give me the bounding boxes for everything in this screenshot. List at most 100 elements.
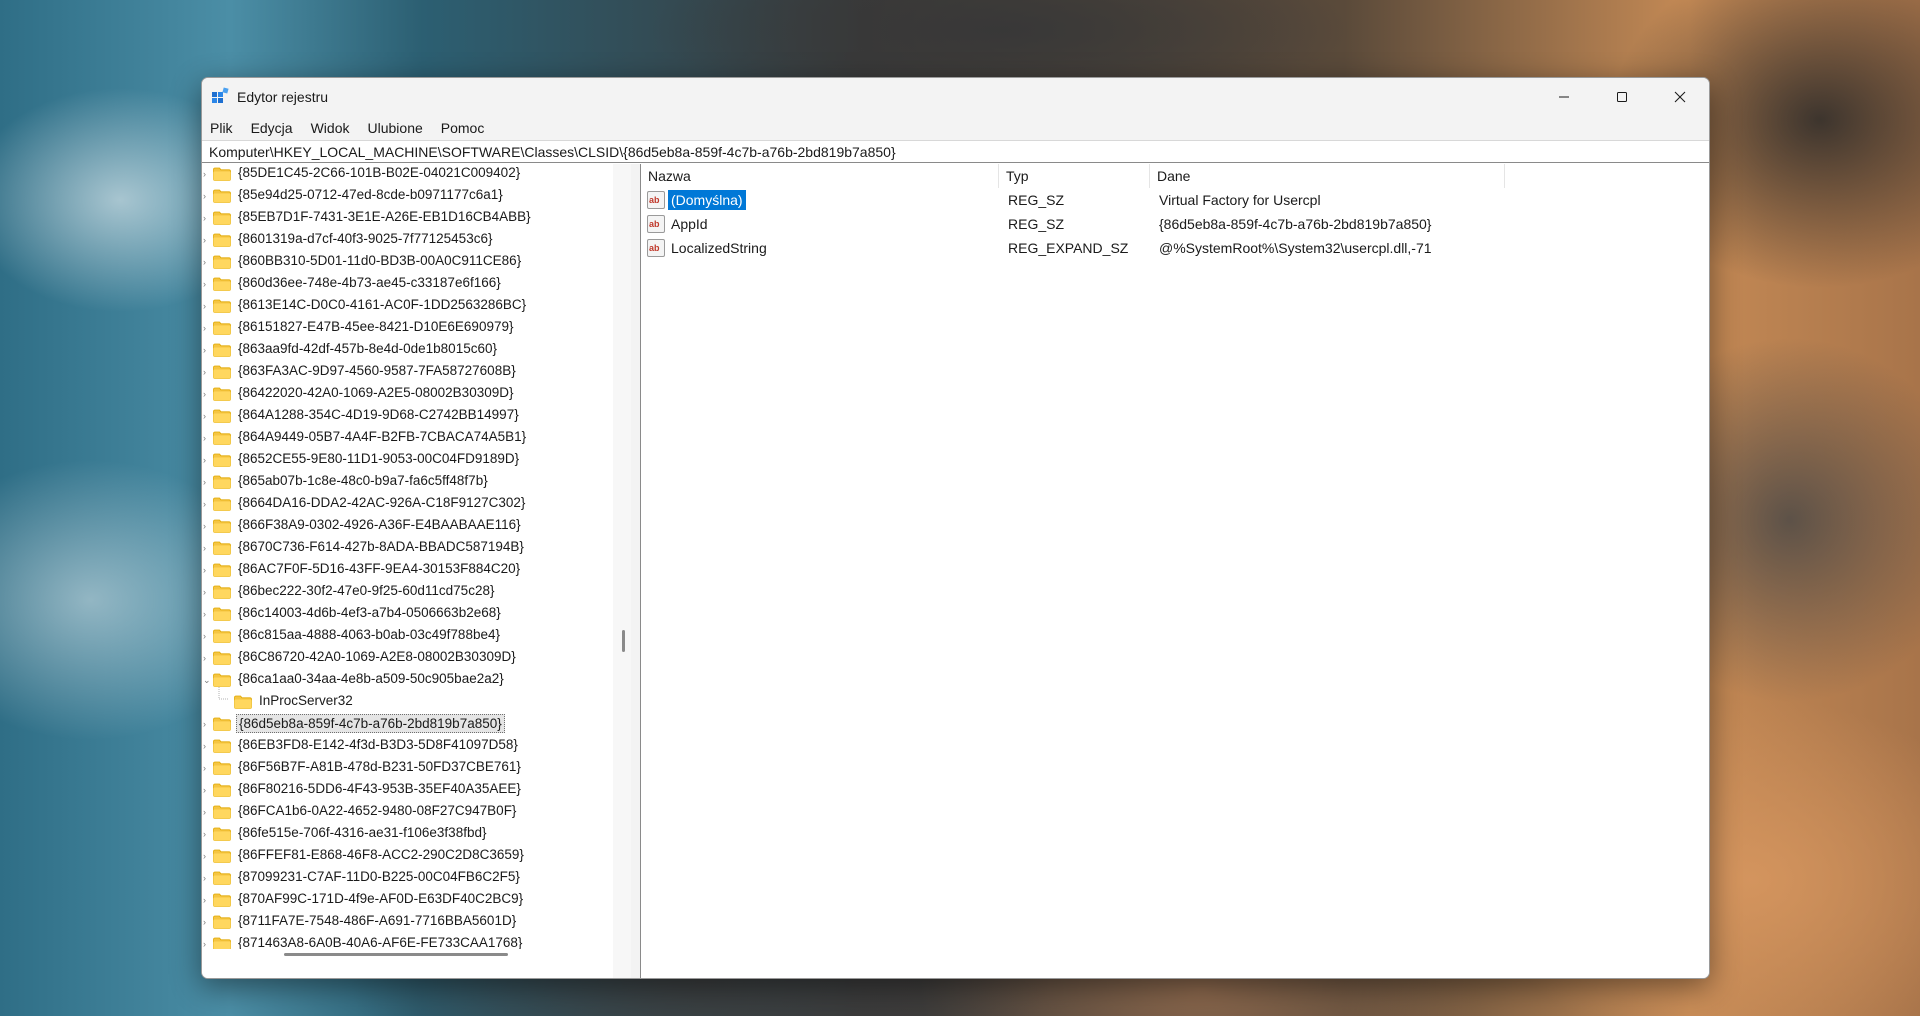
menu-favorites[interactable]: Ulubione bbox=[368, 120, 432, 136]
tree-key[interactable]: › {8601319a-d7cf-40f3-9025-7f77125453c6} bbox=[202, 229, 613, 251]
value-type: REG_SZ bbox=[1008, 216, 1065, 232]
column-header-type[interactable]: Typ bbox=[999, 164, 1150, 188]
tree-key[interactable]: › {86c815aa-4888-4063-b0ab-03c49f788be4} bbox=[202, 625, 613, 647]
tree-key[interactable]: › {85EB7D1F-7431-3E1E-A26E-EB1D16CB4ABB} bbox=[202, 207, 613, 229]
tree-key[interactable]: › {8664DA16-DDA2-42AC-926A-C18F9127C302} bbox=[202, 493, 613, 515]
menu-file[interactable]: Plik bbox=[210, 120, 242, 136]
tree-key[interactable]: › {86c14003-4d6b-4ef3-a7b4-0506663b2e68} bbox=[202, 603, 613, 625]
value-type: REG_EXPAND_SZ bbox=[1008, 240, 1129, 256]
value-row[interactable]: ab LocalizedString REG_EXPAND_SZ @%SystemRo… bbox=[641, 236, 1709, 260]
tree-key[interactable]: › {865ab07b-1c8e-48c0-b9a7-fa6c5ff48f7b} bbox=[202, 471, 613, 493]
value-row[interactable]: ab AppId REG_SZ {86d5eb8a-859f-4c7b-a76b-2b… bbox=[641, 212, 1709, 236]
collapsed-chevron-icon[interactable]: › bbox=[203, 214, 209, 223]
collapsed-chevron-icon[interactable]: › bbox=[203, 742, 209, 751]
tree-key[interactable]: › {866F38A9-0302-4926-A36F-E4BAABAAE116} bbox=[202, 515, 613, 537]
tree-key[interactable]: › {85e94d25-0712-47ed-8cde-b0971177c6a1} bbox=[202, 185, 613, 207]
tree-key[interactable]: › {860BB310-5D01-11d0-BD3B-00A0C911CE86} bbox=[202, 251, 613, 273]
tree-key[interactable]: › {86d5eb8a-859f-4c7b-a76b-2bd819b7a850} bbox=[202, 713, 613, 735]
menu-help[interactable]: Pomoc bbox=[441, 120, 494, 136]
collapsed-chevron-icon[interactable]: › bbox=[203, 610, 209, 619]
values-list[interactable]: Nazwa Typ Dane ab (Domyślna) REG_SZ Virtual… bbox=[641, 164, 1709, 978]
collapsed-chevron-icon[interactable]: › bbox=[203, 632, 209, 641]
tree-key[interactable]: › {86FCA1b6-0A22-4652-9480-08F27C947B0F} bbox=[202, 801, 613, 823]
collapsed-chevron-icon[interactable]: › bbox=[203, 808, 209, 817]
tree-subkey[interactable]: InProcServer32 bbox=[202, 687, 613, 713]
tree-key[interactable]: › {8652CE55-9E80-11D1-9053-00C04FD9189D} bbox=[202, 449, 613, 471]
value-row[interactable]: ab (Domyślna) REG_SZ Virtual Factory for Us… bbox=[641, 188, 1709, 212]
collapsed-chevron-icon[interactable]: › bbox=[203, 324, 209, 333]
tree-key[interactable]: › {864A9449-05B7-4A4F-B2FB-7CBACA74A5B1} bbox=[202, 427, 613, 449]
tree-key[interactable]: › {86EB3FD8-E142-4f3d-B3D3-5D8F41097D58} bbox=[202, 735, 613, 757]
menu-edit[interactable]: Edycja bbox=[251, 120, 302, 136]
collapsed-chevron-icon[interactable]: › bbox=[203, 170, 209, 179]
tree-key[interactable]: › {8670C736-F614-427b-8ADA-BBADC587194B} bbox=[202, 537, 613, 559]
tree-vertical-scrollbar[interactable] bbox=[613, 164, 631, 978]
tree-key[interactable]: › {863FA3AC-9D97-4560-9587-7FA58727608B} bbox=[202, 361, 613, 383]
column-header-data[interactable]: Dane bbox=[1150, 164, 1505, 188]
tree-key[interactable]: ⌄ {86ca1aa0-34aa-4e8b-a509-50c905bae2a2} bbox=[202, 669, 613, 691]
pane-splitter[interactable] bbox=[631, 164, 641, 978]
tree-key[interactable]: › {85DE1C45-2C66-101B-B02E-04021C009402} bbox=[202, 164, 613, 185]
collapsed-chevron-icon[interactable]: › bbox=[203, 236, 209, 245]
title-bar[interactable]: Edytor rejestru bbox=[202, 78, 1709, 116]
collapsed-chevron-icon[interactable]: › bbox=[203, 566, 209, 575]
collapsed-chevron-icon[interactable]: › bbox=[203, 720, 209, 729]
tree-key[interactable]: › {87099231-C7AF-11D0-B225-00C04FB6C2F5} bbox=[202, 867, 613, 889]
collapsed-chevron-icon[interactable]: › bbox=[203, 478, 209, 487]
collapsed-chevron-icon[interactable]: › bbox=[203, 346, 209, 355]
collapsed-chevron-icon[interactable]: › bbox=[203, 830, 209, 839]
tree-key[interactable]: › {86F80216-5DD6-4F43-953B-35EF40A35AEE} bbox=[202, 779, 613, 801]
list-header: Nazwa Typ Dane bbox=[641, 164, 1709, 188]
address-bar[interactable]: Komputer\HKEY_LOCAL_MACHINE\SOFTWARE\Cla… bbox=[202, 140, 1709, 163]
collapsed-chevron-icon[interactable]: › bbox=[203, 852, 209, 861]
tree-key[interactable]: › {863aa9fd-42df-457b-8e4d-0de1b8015c60} bbox=[202, 339, 613, 361]
tree-key[interactable]: › {86F56B7F-A81B-478d-B231-50FD37CBE761} bbox=[202, 757, 613, 779]
collapsed-chevron-icon[interactable]: › bbox=[203, 874, 209, 883]
collapsed-chevron-icon[interactable]: › bbox=[203, 654, 209, 663]
collapsed-chevron-icon[interactable]: › bbox=[203, 434, 209, 443]
tree-key[interactable]: › {864A1288-354C-4D19-9D68-C2742BB14997} bbox=[202, 405, 613, 427]
tree-key[interactable]: › {86151827-E47B-45ee-8421-D10E6E690979} bbox=[202, 317, 613, 339]
collapsed-chevron-icon[interactable]: › bbox=[203, 764, 209, 773]
value-data: {86d5eb8a-859f-4c7b-a76b-2bd819b7a850} bbox=[1159, 216, 1432, 232]
collapsed-chevron-icon[interactable]: › bbox=[203, 456, 209, 465]
tree-key[interactable]: › {860d36ee-748e-4b73-ae45-c33187e6f166} bbox=[202, 273, 613, 295]
tree-key[interactable]: › {86fe515e-706f-4316-ae31-f106e3f38fbd} bbox=[202, 823, 613, 845]
column-header-name[interactable]: Nazwa bbox=[641, 164, 999, 188]
tree-key-label: InProcServer32 bbox=[259, 693, 353, 708]
tree-horizontal-scroll-thumb[interactable] bbox=[284, 953, 508, 956]
collapsed-chevron-icon[interactable]: › bbox=[203, 280, 209, 289]
key-tree[interactable]: › {85DE1C45-2C66-101B-B02E-04021C009402} ›… bbox=[202, 164, 613, 978]
tree-key[interactable]: › {8613E14C-D0C0-4161-AC0F-1DD2563286BC} bbox=[202, 295, 613, 317]
minimize-button[interactable] bbox=[1535, 78, 1593, 116]
tree-key[interactable]: › {86C86720-42A0-1069-A2E8-08002B30309D} bbox=[202, 647, 613, 669]
tree-key[interactable]: › {86bec222-30f2-47e0-9f25-60d11cd75c28} bbox=[202, 581, 613, 603]
collapsed-chevron-icon[interactable]: › bbox=[203, 412, 209, 421]
maximize-button[interactable] bbox=[1593, 78, 1651, 116]
tree-key[interactable]: › {86AC7F0F-5D16-43FF-9EA4-30153F884C20} bbox=[202, 559, 613, 581]
collapsed-chevron-icon[interactable]: › bbox=[203, 500, 209, 509]
collapsed-chevron-icon[interactable]: › bbox=[203, 544, 209, 553]
tree-vertical-scroll-thumb[interactable] bbox=[622, 630, 625, 652]
collapsed-chevron-icon[interactable]: › bbox=[203, 918, 209, 927]
collapsed-chevron-icon[interactable]: › bbox=[203, 302, 209, 311]
value-name: (Domyślna) bbox=[668, 190, 746, 210]
tree-horizontal-scrollbar[interactable] bbox=[202, 949, 613, 961]
collapsed-chevron-icon[interactable]: › bbox=[203, 896, 209, 905]
tree-key[interactable]: › {86422020-42A0-1069-A2E5-08002B30309D} bbox=[202, 383, 613, 405]
tree-key[interactable]: › {86FFEF81-E868-46F8-ACC2-290C2D8C3659} bbox=[202, 845, 613, 867]
expanded-chevron-icon[interactable]: ⌄ bbox=[203, 676, 211, 685]
tree-key[interactable]: › {8711FA7E-7548-486F-A691-7716BBA5601D} bbox=[202, 911, 613, 933]
value-name: AppId bbox=[671, 216, 708, 232]
collapsed-chevron-icon[interactable]: › bbox=[203, 368, 209, 377]
collapsed-chevron-icon[interactable]: › bbox=[203, 522, 209, 531]
collapsed-chevron-icon[interactable]: › bbox=[203, 390, 209, 399]
menu-view[interactable]: Widok bbox=[311, 120, 359, 136]
tree-key[interactable]: › {870AF99C-171D-4f9e-AF0D-E63DF40C2BC9} bbox=[202, 889, 613, 911]
collapsed-chevron-icon[interactable]: › bbox=[203, 588, 209, 597]
collapsed-chevron-icon[interactable]: › bbox=[203, 940, 209, 949]
collapsed-chevron-icon[interactable]: › bbox=[203, 192, 209, 201]
collapsed-chevron-icon[interactable]: › bbox=[203, 258, 209, 267]
collapsed-chevron-icon[interactable]: › bbox=[203, 786, 209, 795]
close-button[interactable] bbox=[1651, 78, 1709, 116]
